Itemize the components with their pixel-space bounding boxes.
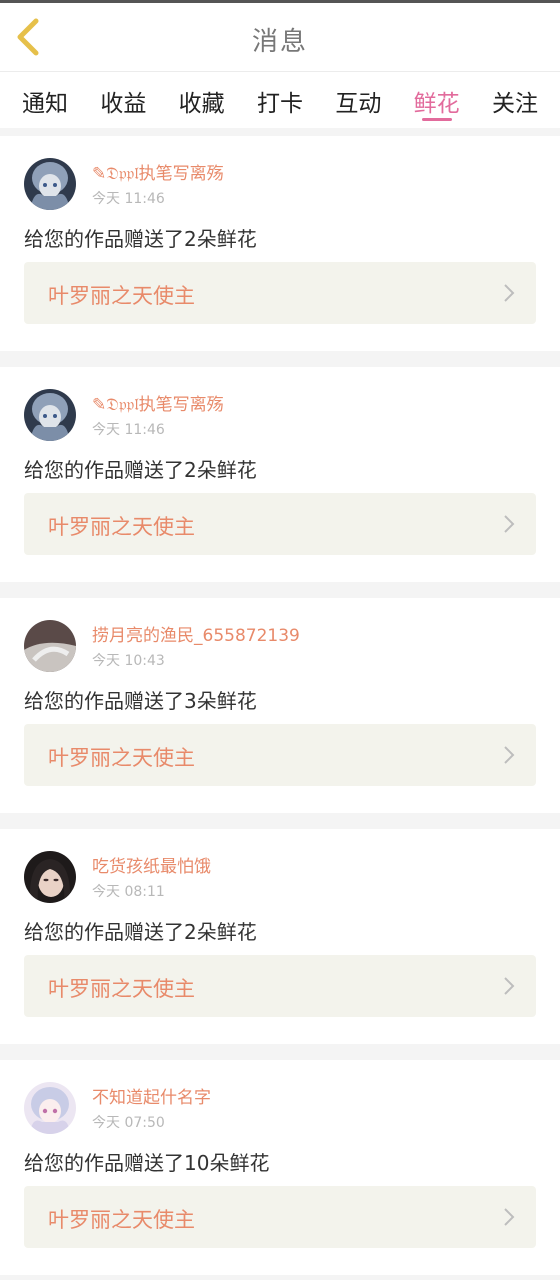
tab-bar: 通知 收益 收藏 打卡 互动 鲜花 关注: [0, 72, 560, 128]
chevron-right-icon: [504, 746, 515, 764]
list-item: ✎𝔇𝔭𝔭𝔩执笔写离殇 今天 11:46 给您的作品赠送了2朵鲜花 叶罗丽之天使主: [0, 136, 560, 351]
avatar[interactable]: [24, 851, 76, 903]
chevron-right-icon: [504, 977, 515, 995]
work-link[interactable]: 叶罗丽之天使主: [24, 262, 536, 324]
message-text: 给您的作品赠送了2朵鲜花: [24, 920, 257, 944]
message-time: 今天 07:50: [92, 1115, 165, 1131]
avatar[interactable]: [24, 158, 76, 210]
sender-name[interactable]: ✎𝔇𝔭𝔭𝔩执笔写离殇: [92, 159, 224, 184]
tab-favorites[interactable]: 收藏: [179, 72, 225, 128]
page-title: 消息: [251, 27, 308, 57]
tab-flowers[interactable]: 鲜花: [414, 72, 460, 128]
work-link[interactable]: 叶罗丽之天使主: [24, 1186, 536, 1248]
avatar[interactable]: [24, 620, 76, 672]
message-text: 给您的作品赠送了2朵鲜花: [24, 458, 257, 482]
header: 消息: [0, 3, 560, 72]
work-title: 叶罗丽之天使主: [48, 284, 195, 308]
avatar[interactable]: [24, 1082, 76, 1134]
sender-name[interactable]: 捞月亮的渔民_655872139: [92, 621, 300, 646]
list-item: 不知道起什名字 今天 07:50 给您的作品赠送了10朵鲜花 叶罗丽之天使主: [0, 1060, 560, 1275]
message-time: 今天 10:43: [92, 653, 165, 669]
message-time: 今天 11:46: [92, 422, 165, 438]
tab-earnings[interactable]: 收益: [100, 72, 146, 128]
tab-checkin[interactable]: 打卡: [257, 72, 303, 128]
chevron-right-icon: [504, 515, 515, 533]
work-title: 叶罗丽之天使主: [48, 977, 195, 1001]
list-item: 捞月亮的渔民_655872139 今天 10:43 给您的作品赠送了3朵鲜花 叶…: [0, 598, 560, 813]
message-list: ✎𝔇𝔭𝔭𝔩执笔写离殇 今天 11:46 给您的作品赠送了2朵鲜花 叶罗丽之天使主…: [0, 128, 560, 1275]
message-text: 给您的作品赠送了3朵鲜花: [24, 689, 257, 713]
tab-following[interactable]: 关注: [492, 72, 538, 128]
sender-name[interactable]: ✎𝔇𝔭𝔭𝔩执笔写离殇: [92, 390, 224, 415]
sender-name[interactable]: 吃货孩纸最怕饿: [92, 852, 211, 877]
work-link[interactable]: 叶罗丽之天使主: [24, 493, 536, 555]
list-item: 吃货孩纸最怕饿 今天 08:11 给您的作品赠送了2朵鲜花 叶罗丽之天使主: [0, 829, 560, 1044]
avatar[interactable]: [24, 389, 76, 441]
work-title: 叶罗丽之天使主: [48, 515, 195, 539]
list-item: ✎𝔇𝔭𝔭𝔩执笔写离殇 今天 11:46 给您的作品赠送了2朵鲜花 叶罗丽之天使主: [0, 367, 560, 582]
tab-interactions[interactable]: 互动: [335, 72, 381, 128]
sender-name[interactable]: 不知道起什名字: [92, 1083, 211, 1108]
message-time: 今天 08:11: [92, 884, 165, 900]
message-text: 给您的作品赠送了2朵鲜花: [24, 227, 257, 251]
chevron-right-icon: [504, 284, 515, 302]
work-title: 叶罗丽之天使主: [48, 1208, 195, 1232]
work-title: 叶罗丽之天使主: [48, 746, 195, 770]
message-time: 今天 11:46: [92, 191, 165, 207]
work-link[interactable]: 叶罗丽之天使主: [24, 955, 536, 1017]
chevron-right-icon: [504, 1208, 515, 1226]
work-link[interactable]: 叶罗丽之天使主: [24, 724, 536, 786]
message-text: 给您的作品赠送了10朵鲜花: [24, 1151, 270, 1175]
tab-notifications[interactable]: 通知: [22, 72, 68, 128]
